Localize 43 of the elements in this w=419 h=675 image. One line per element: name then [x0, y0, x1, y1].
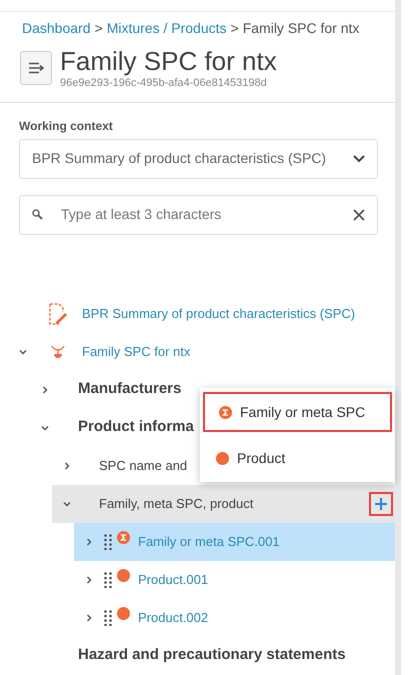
clear-icon[interactable] — [353, 208, 365, 220]
tree-item-label[interactable]: Family SPC for ntx — [82, 342, 190, 362]
chevron-down-icon — [353, 154, 365, 162]
breadcrumb-link[interactable]: Dashboard — [22, 20, 90, 36]
tree-item-label[interactable]: Manufacturers — [78, 378, 182, 401]
hovered-tree-row[interactable]: Family, meta SPC, product — [52, 484, 395, 522]
breadcrumb-current: Family SPC for ntx — [242, 20, 360, 36]
plus-icon — [374, 496, 388, 510]
drag-handle-icon[interactable] — [104, 610, 113, 626]
menu-item[interactable]: Product — [200, 438, 395, 478]
breadcrumb-link[interactable]: Mixtures / Products — [106, 20, 227, 36]
chevron-right-icon[interactable] — [84, 536, 94, 546]
chevron-right-icon[interactable] — [62, 460, 72, 470]
context-dropdown[interactable]: BPR Summary of product characteristics (SPC) — [19, 138, 378, 178]
breadcrumb-separator: > — [230, 20, 239, 36]
sigma-badge-icon — [219, 406, 232, 418]
dot-icon — [117, 606, 130, 620]
drag-handle-icon[interactable] — [104, 572, 113, 588]
add-button[interactable] — [371, 494, 391, 514]
chevron-right-icon[interactable] — [84, 574, 94, 584]
chevron-right-icon[interactable] — [84, 612, 94, 622]
tree-item-label[interactable]: Product.002 — [138, 608, 208, 628]
menu-button[interactable] — [20, 51, 52, 85]
menu-item[interactable]: Family or meta SPC — [203, 392, 392, 432]
field-label: Working context — [19, 118, 114, 134]
search-icon — [32, 209, 43, 220]
dropdown-value: BPR Summary of product characteristics (SPC) — [32, 149, 326, 168]
menu-icon — [28, 62, 44, 74]
dot-icon — [216, 452, 229, 464]
search-box[interactable]: Type at least 3 characters — [19, 194, 378, 234]
document-edit-icon — [48, 302, 68, 324]
tree-item-label[interactable]: BPR Summary of product characteristics (SPC) — [82, 304, 356, 324]
sigma-badge-icon — [117, 530, 130, 544]
tree-item-label[interactable]: Product.001 — [138, 570, 208, 590]
chevron-right-icon[interactable] — [40, 384, 50, 394]
record-id: 96e9e293-196c-495b-afa4-06e81453198d — [60, 76, 268, 91]
drag-handle-icon[interactable] — [104, 534, 113, 550]
dot-icon — [117, 568, 130, 582]
tree-item-label[interactable]: Hazard and precautionary statements — [78, 644, 346, 667]
page-title: Family SPC for ntx — [60, 47, 277, 75]
breadcrumb-separator: > — [94, 20, 103, 36]
tree-item-label[interactable]: SPC name and — [99, 456, 188, 476]
tree-item-label[interactable]: Product informa — [78, 416, 194, 439]
